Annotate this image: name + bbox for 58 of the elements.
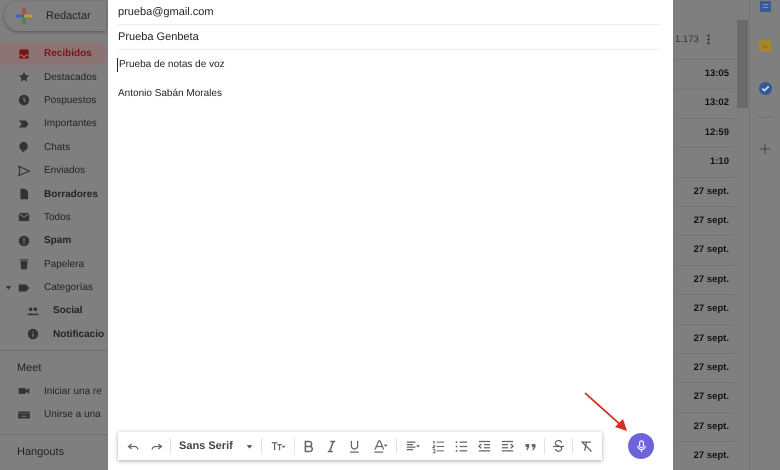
caret-icon (246, 442, 253, 450)
more-options-icon[interactable] (706, 34, 710, 45)
message-time: 12:59 (704, 126, 729, 140)
message-time: 27 sept. (694, 449, 729, 464)
star-icon (17, 70, 31, 84)
microphone-button[interactable] (628, 433, 654, 459)
caret-icon[interactable] (5, 284, 12, 292)
message-time: 27 sept. (694, 184, 729, 199)
sidebar-item[interactable]: Borradores (0, 182, 108, 206)
exclamation-icon (17, 234, 31, 248)
message-time: 27 sept. (694, 420, 729, 434)
sidebar-item[interactable]: Social (0, 299, 108, 323)
section-heading: Meet (16, 361, 42, 376)
message-time: 27 sept. (694, 360, 729, 375)
message-time: 27 sept. (694, 214, 729, 228)
sidebar-item[interactable]: Destacados (0, 65, 108, 89)
section-heading: Hangouts (16, 445, 66, 460)
message-time: 27 sept. (694, 243, 729, 258)
message-time: 13:05 (704, 67, 729, 82)
checkmark-circle-icon[interactable] (758, 82, 772, 95)
inbox-icon (17, 46, 31, 61)
clock-icon (17, 93, 31, 108)
message-time: 27 sept. (694, 390, 729, 404)
message-count: 1.173 (675, 33, 699, 47)
sidebar-item[interactable]: Chats (0, 136, 108, 159)
sidebar-item[interactable]: Enviados (0, 158, 108, 182)
font-dropdown[interactable]: Sans Serif (173, 436, 259, 456)
sidebar-item[interactable]: Importantes (0, 112, 108, 136)
bulleted-list-icon[interactable] (452, 438, 470, 454)
meet-item[interactable]: Unirse a una (0, 402, 108, 426)
annotation-arrow (584, 392, 628, 432)
trash-icon (17, 257, 31, 272)
sidebar-item[interactable]: Todos (0, 206, 108, 230)
sidebar-item[interactable]: Notificacio (0, 322, 108, 346)
sidebar-item[interactable]: Recibidos (0, 42, 108, 66)
numbered-list-icon[interactable] (430, 438, 447, 454)
info-icon (26, 327, 40, 342)
message-time: 1:10 (710, 155, 729, 170)
outdent-icon[interactable] (476, 438, 493, 454)
signature-text: Antonio Sabán Morales (118, 87, 223, 101)
plus-icon[interactable] (760, 144, 770, 154)
paper-plane-icon (17, 164, 31, 178)
recipient-field[interactable]: prueba@gmail.com (118, 0, 661, 25)
sidebar-item[interactable]: Papelera (0, 252, 108, 276)
compose-button[interactable]: Redactar (4, 1, 106, 31)
sidebar-item[interactable]: Pospuestos (0, 88, 108, 112)
message-time: 13:02 (704, 96, 729, 110)
message-time: 27 sept. (694, 272, 729, 287)
subject-field[interactable]: Prueba Genbeta (118, 25, 661, 50)
calendar-icon[interactable] (760, 1, 770, 12)
sidebar-item[interactable]: Categorías (0, 276, 108, 300)
message-body[interactable]: Prueba de notas de voz (117, 58, 225, 72)
message-time: 27 sept. (694, 332, 729, 346)
message-time: 27 sept. (694, 302, 729, 316)
meet-item[interactable]: Iniciar una re (0, 380, 108, 403)
speech-bubble-icon (17, 140, 31, 154)
sidebar-item[interactable]: Spam (0, 229, 108, 253)
plus-icon (14, 6, 34, 26)
